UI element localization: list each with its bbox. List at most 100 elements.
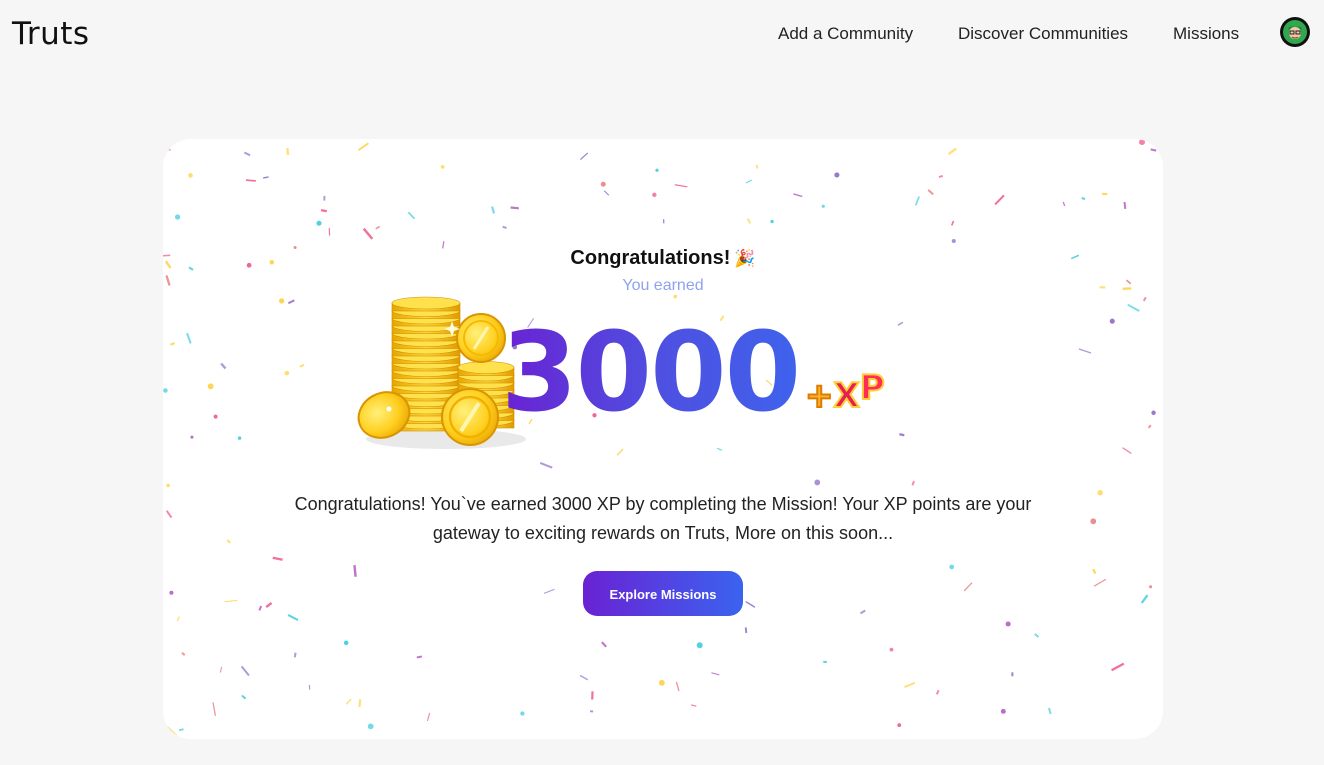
confetti-piece [927, 189, 934, 196]
confetti-piece [375, 225, 381, 230]
confetti-piece [343, 640, 349, 646]
confetti-piece [935, 689, 940, 695]
confetti-piece [963, 582, 973, 592]
confetti-piece [793, 193, 803, 198]
xp-amount: 3000 [501, 307, 841, 437]
confetti-piece [502, 225, 507, 230]
confetti-piece [860, 609, 866, 615]
confetti-piece [994, 194, 1005, 206]
confetti-piece [165, 510, 173, 519]
confetti-piece [1081, 196, 1086, 201]
confetti-piece [1092, 568, 1097, 574]
confetti-piece [655, 168, 659, 172]
party-popper-icon: 🎉 [734, 249, 756, 268]
confetti-piece [358, 699, 362, 708]
confetti-piece [899, 433, 905, 437]
confetti-piece [950, 220, 955, 226]
nav-missions[interactable]: Missions [1173, 22, 1239, 46]
confetti-piece [188, 173, 193, 178]
confetti-piece [1062, 201, 1066, 207]
confetti-piece [440, 165, 445, 169]
confetti-piece [1142, 296, 1147, 302]
confetti-piece [510, 206, 519, 210]
confetti-piece [166, 725, 178, 736]
confetti-piece [949, 564, 955, 570]
confetti-piece [1047, 707, 1052, 715]
confetti-piece [1123, 201, 1127, 210]
congrats-title: Congratulations! 🎉 [163, 245, 1163, 272]
confetti-piece [407, 211, 416, 220]
confetti-piece [1101, 192, 1108, 196]
confetti-piece [897, 723, 902, 728]
confetti-piece [1122, 447, 1132, 455]
confetti-piece [1147, 424, 1152, 429]
confetti-piece [287, 299, 295, 305]
confetti-piece [265, 602, 273, 608]
confetti-piece [186, 332, 192, 344]
confetti-piece [299, 363, 305, 368]
confetti-piece [287, 614, 299, 621]
explore-missions-button[interactable]: Explore Missions [583, 571, 743, 616]
confetti-piece [166, 483, 170, 488]
user-avatar-icon[interactable] [1280, 17, 1310, 47]
confetti-piece [178, 728, 184, 732]
confetti-piece [1034, 633, 1040, 638]
confetti-piece [543, 588, 555, 594]
confetti-piece [190, 435, 194, 439]
congrats-title-text: Congratulations! [570, 247, 731, 269]
confetti-piece [696, 642, 703, 649]
confetti-piece [320, 209, 328, 213]
confetti-piece [711, 672, 720, 676]
confetti-piece [690, 704, 697, 707]
confetti-piece [746, 218, 752, 224]
congrats-message: Congratulations! You`ve earned 3000 XP b… [294, 494, 1032, 543]
confetti-piece [163, 388, 168, 393]
confetti-piece [603, 190, 610, 196]
confetti-piece [243, 151, 251, 157]
confetti-piece [674, 184, 688, 188]
confetti-piece [240, 665, 250, 677]
confetti-piece [353, 564, 357, 577]
confetti-piece [947, 147, 957, 156]
confetti-piece [362, 227, 374, 240]
confetti-piece [658, 679, 665, 686]
confetti-decoration [163, 139, 1157, 736]
confetti-piece [358, 142, 369, 151]
confetti-piece [814, 479, 821, 486]
xp-badge-plus: +XP [805, 368, 885, 416]
confetti-piece [272, 556, 283, 561]
confetti-piece [770, 219, 774, 224]
confetti-piece [1093, 578, 1107, 587]
confetti-piece [1000, 708, 1006, 714]
confetti-piece [938, 175, 944, 178]
confetti-piece [176, 616, 181, 622]
confetti-piece [579, 152, 589, 160]
confetti-piece [652, 192, 657, 198]
confetti-piece [426, 712, 431, 722]
top-navbar: Truts Add a Community Discover Communiti… [0, 0, 1324, 68]
truts-logo[interactable]: Truts [12, 14, 90, 54]
confetti-piece [170, 342, 175, 346]
confetti-piece [616, 448, 624, 456]
confetti-piece [219, 666, 223, 673]
nav-discover-communities[interactable]: Discover Communities [958, 22, 1128, 46]
confetti-piece [716, 447, 723, 451]
confetti-piece [345, 698, 352, 705]
nav-add-community[interactable]: Add a Community [778, 22, 913, 46]
confetti-piece [1109, 318, 1115, 324]
confetti-piece [914, 196, 920, 206]
confetti-piece [579, 674, 589, 681]
confetti-piece [241, 694, 247, 700]
confetti-piece [207, 383, 214, 390]
confetti-piece [539, 462, 553, 469]
confetti-piece [911, 480, 915, 486]
confetti-piece [1011, 672, 1014, 677]
confetti-piece [897, 321, 904, 326]
confetti-piece [367, 723, 374, 730]
confetti-piece [416, 655, 423, 659]
confetti-piece [169, 590, 174, 595]
confetti-piece [1111, 662, 1125, 672]
confetti-piece [589, 710, 594, 713]
confetti-piece [237, 436, 242, 440]
confetti-piece [1097, 489, 1103, 496]
